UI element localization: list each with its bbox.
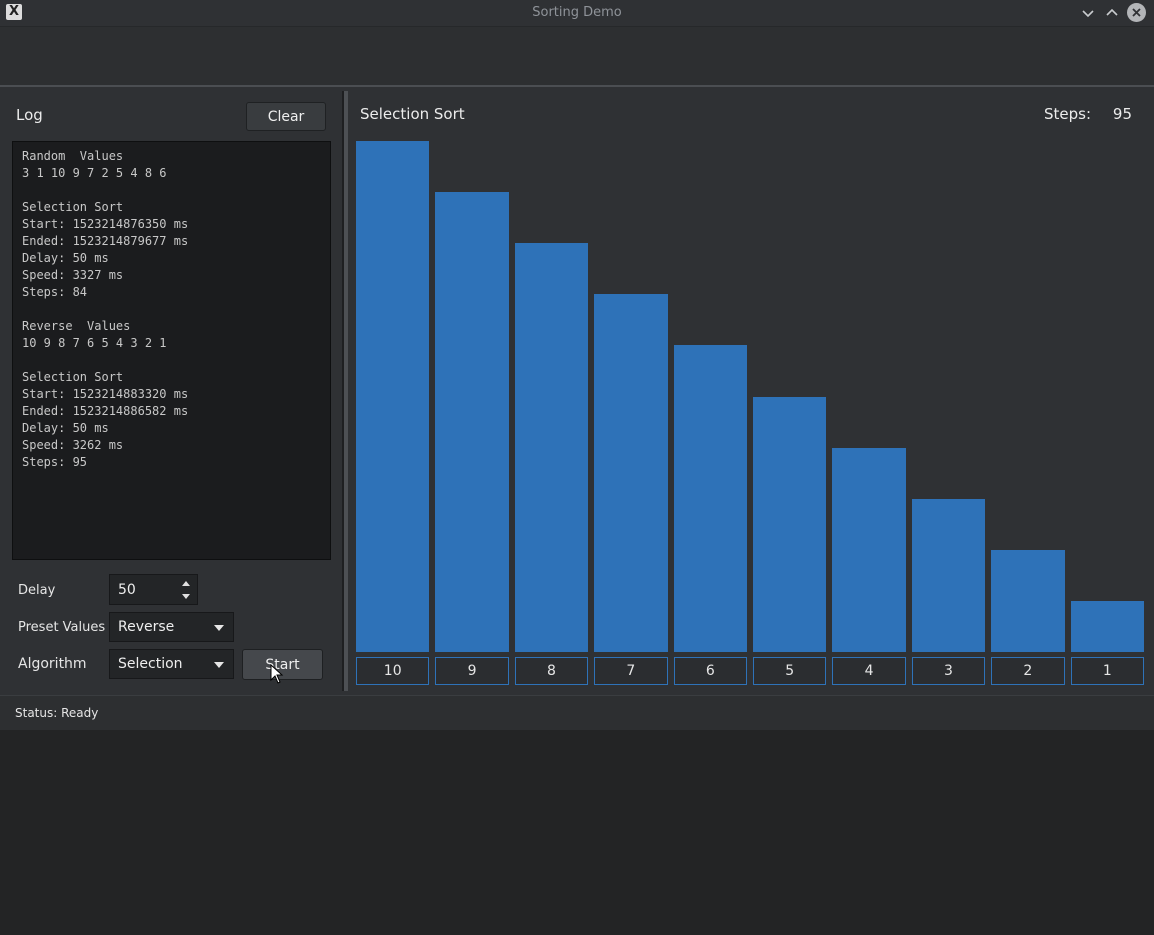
status-bar: Status: Ready [0,695,1154,730]
bar-7 [594,294,668,652]
bar-label-5: 5 [753,657,827,685]
bar-label-1: 1 [1070,657,1144,685]
maximize-button[interactable] [1102,3,1122,23]
bar-6 [673,345,747,652]
bar-label-8: 8 [514,657,589,685]
bar-chart: 10 9 8 7 6 5 4 3 2 1 [0,87,1154,695]
bar-label-10: 10 [356,657,430,685]
bar-3 [911,498,986,652]
minimize-button[interactable] [1078,3,1098,23]
bar-2 [991,549,1065,652]
window-title: Sorting Demo [532,5,622,20]
bar-label-6: 6 [673,657,747,685]
main-area: Log Clear Random Values 3 1 10 9 7 2 5 4… [0,87,1154,695]
bar-9 [435,192,509,652]
bar-5 [753,396,827,652]
bar-10 [356,141,430,652]
bar-label-4: 4 [832,657,906,685]
bar-1 [1070,600,1144,652]
close-icon [1132,8,1141,17]
chevron-down-icon [1082,10,1094,18]
toolbar [0,27,1154,87]
bar-label-3: 3 [911,657,986,685]
title-bar: X Sorting Demo [0,0,1154,27]
bar-4 [832,447,906,652]
chevron-up-icon [1106,8,1118,16]
mouse-cursor-icon [270,664,284,684]
status-text: Status: Ready [15,706,99,720]
close-button[interactable] [1127,3,1146,22]
bar-8 [514,243,589,652]
bar-label-9: 9 [435,657,509,685]
bar-label-2: 2 [991,657,1065,685]
bar-label-7: 7 [594,657,668,685]
